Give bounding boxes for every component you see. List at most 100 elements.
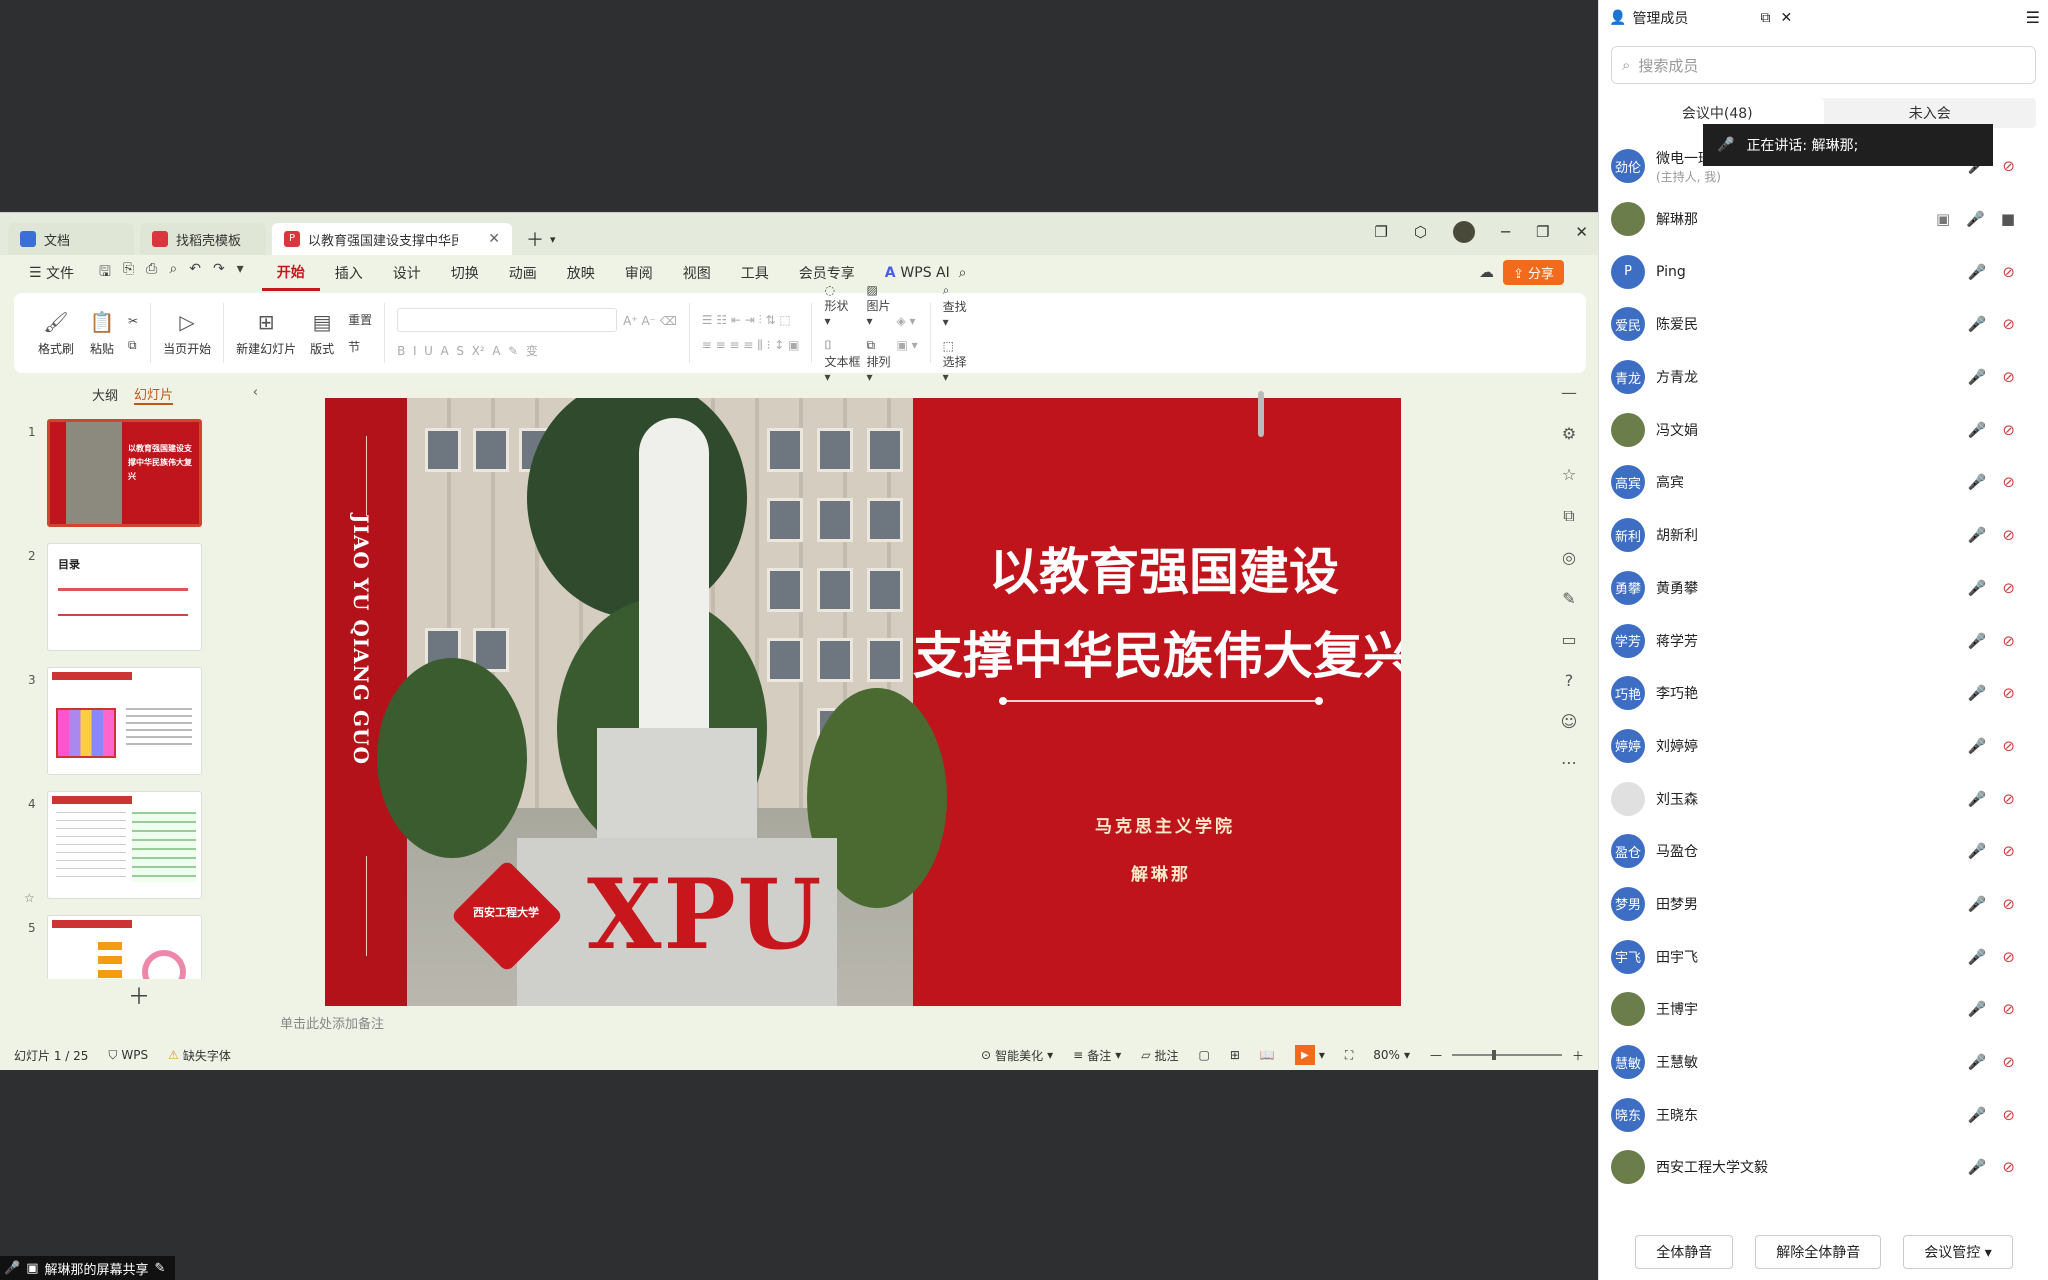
play-button[interactable]: ▶ ▾ (1294, 1045, 1325, 1065)
slide-thumbnail-4[interactable]: 4 (14, 791, 264, 915)
more-icon[interactable]: ⋯ (1561, 753, 1577, 772)
member-row[interactable]: 晓东 王晓东 🎤 ⊘ (1599, 1088, 2048, 1141)
member-row[interactable]: 宇飞 田宇飞 🎤 ⊘ (1599, 930, 2048, 983)
mic-off-icon[interactable]: 🎤 (1968, 895, 1987, 913)
play-from-current-button[interactable]: ▷ 当页开始 (163, 310, 211, 357)
member-row[interactable]: 西安工程大学文毅 🎤 ⊘ (1599, 1141, 2048, 1194)
camera-off-icon[interactable]: ⊘ (2002, 1000, 2015, 1018)
avatar[interactable] (1452, 221, 1475, 243)
minimize-icon[interactable]: ─ (1501, 223, 1510, 241)
picture-button[interactable]: ▨ 图片 ▾ (866, 283, 890, 328)
copy-icon[interactable]: ⧉ (128, 338, 138, 353)
transition-icon[interactable]: ⧉ (1563, 506, 1574, 526)
share-indicator[interactable]: 🎤 ▣ 解琳那的屏幕共享 ✎ (0, 1256, 176, 1280)
menu-icon[interactable]: ☰ (2026, 8, 2040, 27)
member-row[interactable]: 王博宇 🎤 ⊘ (1599, 983, 2048, 1036)
fill-outline-icons[interactable]: ◈ ▾ ▣ ▾ (896, 314, 917, 352)
member-row[interactable]: 解琳那 ▣ 🎤 ■ (1599, 193, 2048, 246)
normal-view-icon[interactable]: ▢ (1198, 1048, 1209, 1062)
menu-tools[interactable]: 工具 (726, 255, 784, 291)
slide-thumbnail-5[interactable]: 5 (14, 915, 264, 979)
export-icon[interactable]: ⎘ (123, 261, 134, 285)
mic-off-icon[interactable]: 🎤 (1968, 842, 1987, 860)
member-row[interactable]: 学芳 蒋学芳 🎤 ⊘ (1599, 614, 2048, 667)
vertical-scrollbar[interactable] (1258, 381, 1264, 981)
scroll-thumb[interactable] (1258, 391, 1264, 437)
wps-badge[interactable]: ⛉ WPS (108, 1048, 148, 1063)
member-search-input[interactable]: ⌕ 搜索成员 (1611, 46, 2036, 84)
member-row[interactable]: 婷婷 刘婷婷 🎤 ⊘ (1599, 720, 2048, 773)
member-row[interactable]: 冯文娟 🎤 ⊘ (1599, 403, 2048, 456)
mic-off-icon[interactable]: 🎤 (1968, 790, 1987, 808)
current-slide[interactable]: JIAO YU QIANG GUO 西安工程大学 XPU 以教育强国建设 支撑中… (325, 398, 1401, 1006)
cube-icon[interactable]: ⬡ (1414, 223, 1427, 241)
mic-off-icon[interactable]: 🎤 (1968, 368, 1987, 386)
section-button[interactable]: 节 (348, 338, 372, 355)
mic-off-icon[interactable]: 🎤 (1968, 473, 1987, 491)
font-size-icons[interactable]: A⁺ A⁻ ⌫ (623, 314, 677, 352)
find-button[interactable]: ⌕ 查找 ▾ (943, 283, 967, 329)
mic-off-icon[interactable]: 🎤 (1968, 421, 1987, 439)
camera-off-icon[interactable]: ⊘ (2002, 1158, 2015, 1176)
member-row[interactable]: 高宾 高宾 🎤 ⊘ (1599, 456, 2048, 509)
mic-off-icon[interactable]: 🎤 (1968, 737, 1987, 755)
chevron-down-icon[interactable]: ▾ (550, 233, 556, 246)
tools-icon[interactable]: ✎ (1562, 589, 1575, 608)
camera-off-icon[interactable]: ⊘ (2002, 315, 2015, 333)
save-icon[interactable]: 🖫 (99, 261, 111, 285)
camera-off-icon[interactable]: ⊘ (2002, 473, 2015, 491)
print-icon[interactable]: ⎙ (146, 261, 157, 285)
menu-animation[interactable]: 动画 (494, 255, 552, 291)
menu-slideshow[interactable]: 放映 (552, 255, 610, 291)
new-slide-button[interactable]: ⊞ 新建幻灯片 (236, 310, 296, 357)
member-row[interactable]: 巧艳 李巧艳 🎤 ⊘ (1599, 667, 2048, 720)
notes-placeholder[interactable]: 单击此处添加备注 (280, 1013, 384, 1032)
share-button[interactable]: ⇪ 分享 (1502, 260, 1564, 285)
notes-button[interactable]: ≡ 备注 ▾ (1073, 1047, 1121, 1064)
mic-off-icon[interactable]: 🎤 (1968, 579, 1987, 597)
restore-icon[interactable]: ❐ (1374, 223, 1387, 241)
slide-thumbnail-1[interactable]: 1 以教育强国建设支撑中华民族伟大复兴 (14, 419, 264, 543)
pencil-icon[interactable]: ✎ (155, 1261, 166, 1276)
menu-view[interactable]: 视图 (668, 255, 726, 291)
camera-on-icon[interactable]: ■ (2001, 210, 2015, 228)
sorter-view-icon[interactable]: ⊞ (1230, 1048, 1240, 1062)
scissors-icon[interactable]: ✂ (128, 314, 138, 328)
close-tab-icon[interactable]: ✕ (488, 231, 500, 247)
menu-review[interactable]: 审阅 (610, 255, 668, 291)
close-window-icon[interactable]: ✕ (1575, 223, 1588, 241)
zoom-slider[interactable] (1451, 1050, 1562, 1060)
member-row[interactable]: 新利 胡新利 🎤 ⊘ (1599, 509, 2048, 562)
mic-off-icon[interactable]: 🎤 (1968, 315, 1987, 333)
member-row[interactable]: 慧敏 王慧敏 🎤 ⊘ (1599, 1036, 2048, 1089)
member-row[interactable]: P Ping 🎤 ⊘ (1599, 245, 2048, 298)
mute-all-button[interactable]: 全体静音 (1635, 1235, 1734, 1269)
menu-home[interactable]: 开始 (261, 255, 320, 291)
tab-outline[interactable]: 大纲 (92, 385, 118, 404)
collapse-icon[interactable]: ‹ (253, 385, 258, 400)
camera-off-icon[interactable]: ⊘ (2002, 684, 2015, 702)
camera-off-icon[interactable]: ⊘ (2002, 526, 2015, 544)
mic-off-icon[interactable]: 🎤 (1968, 1158, 1987, 1176)
menu-insert[interactable]: 插入 (320, 255, 378, 291)
layout-button[interactable]: ▤ 版式 (302, 310, 342, 357)
more-icon[interactable]: ▾ (237, 261, 244, 285)
camera-off-icon[interactable]: ⊘ (2002, 1106, 2015, 1124)
member-row[interactable]: 青龙 方青龙 🎤 ⊘ (1599, 351, 2048, 404)
animation-icon[interactable]: ◎ (1562, 548, 1576, 567)
member-row[interactable]: 盈仓 马盈仓 🎤 ⊘ (1599, 825, 2048, 878)
slide-thumbnail-3[interactable]: 3 (14, 667, 264, 791)
tab-templates[interactable]: 找稻壳模板 (140, 223, 266, 255)
mic-off-icon[interactable]: 🎤 (1968, 263, 1987, 281)
zoom-out-icon[interactable]: — (1430, 1048, 1442, 1062)
unmute-all-button[interactable]: 解除全体静音 (1755, 1235, 1882, 1269)
search-icon[interactable]: ⌕ (959, 265, 967, 281)
redo-icon[interactable]: ↷ (213, 261, 225, 285)
meeting-control-button[interactable]: 会议管控 ▾ (1903, 1235, 2013, 1269)
beautify-button[interactable]: ⊙ 智能美化 ▾ (981, 1047, 1053, 1064)
missing-font-button[interactable]: ⚠ 缺失字体 (168, 1047, 231, 1064)
help-icon[interactable]: ? (1565, 671, 1574, 690)
paste-button[interactable]: 📋 粘贴 (82, 310, 122, 357)
zoom-knob[interactable] (1491, 1050, 1496, 1060)
menu-design[interactable]: 设计 (378, 255, 436, 291)
